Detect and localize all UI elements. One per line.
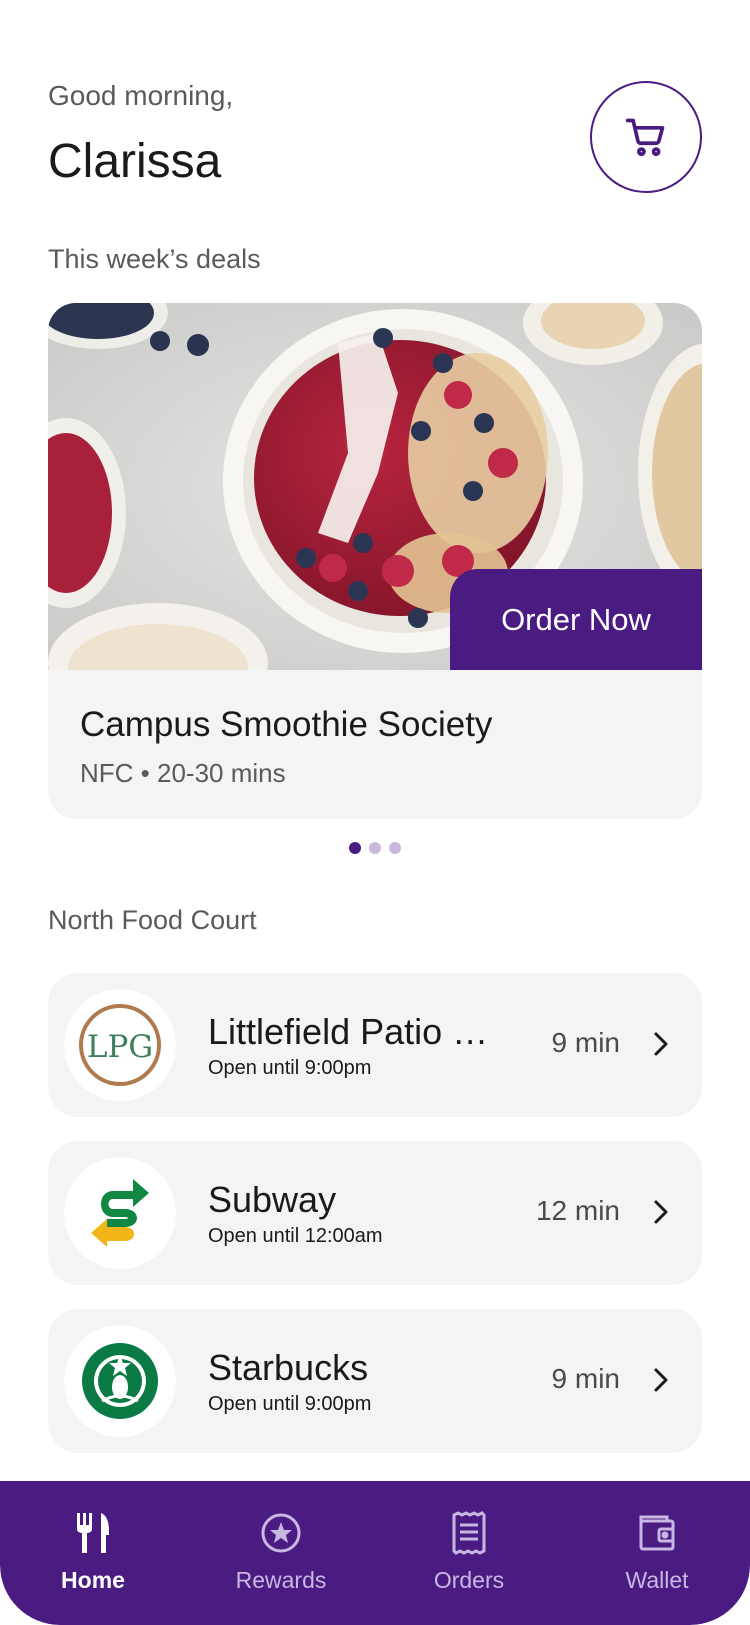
restaurant-hours: Open until 12:00am: [208, 1225, 383, 1247]
shopping-cart-icon: [625, 118, 665, 157]
subway-logo-icon: [64, 1157, 176, 1269]
home-screen: Good morning, Clarissa This week’s deals: [0, 0, 750, 1625]
wallet-icon: [639, 1515, 675, 1551]
svg-text:LPG: LPG: [87, 1029, 153, 1065]
lpg-logo-icon: LPG: [64, 989, 176, 1101]
tab-label: Rewards: [235, 1567, 327, 1593]
deal-restaurant-name: Campus Smoothie Society: [80, 705, 493, 744]
food-court-section-title: North Food Court: [48, 905, 257, 935]
restaurant-card[interactable]: Starbucks Open until 9:00pm 9 min: [48, 1309, 702, 1453]
tab-rewards[interactable]: Rewards: [206, 1511, 356, 1594]
restaurant-wait-time: 9 min: [551, 1027, 620, 1058]
tab-home[interactable]: Home: [18, 1511, 168, 1594]
deals-section-title: This week’s deals: [48, 244, 261, 274]
restaurant-card[interactable]: Subway Open until 12:00am 12 min: [48, 1141, 702, 1285]
restaurant-wait-time: 9 min: [551, 1363, 620, 1394]
chevron-right-icon: [654, 1200, 668, 1224]
tab-orders[interactable]: Orders: [394, 1511, 544, 1594]
order-now-button[interactable]: Order Now: [450, 569, 702, 670]
restaurant-card[interactable]: LPG Littlefield Patio Café Open until 9:…: [48, 973, 702, 1117]
pagination-dot[interactable]: [349, 842, 361, 854]
tab-label: Orders: [433, 1567, 505, 1593]
restaurant-name: Starbucks: [208, 1347, 369, 1388]
restaurant-hours: Open until 9:00pm: [208, 1057, 372, 1079]
tab-label: Wallet: [625, 1567, 689, 1593]
receipt-icon: [452, 1511, 486, 1555]
restaurant-hours: Open until 9:00pm: [208, 1393, 372, 1415]
restaurant-name: Littlefield Patio Café: [208, 1011, 508, 1052]
fork-knife-icon: [77, 1513, 109, 1553]
starbucks-logo-icon: [64, 1325, 176, 1437]
greeting-text: Good morning,: [48, 80, 234, 111]
star-badge-icon: [261, 1513, 301, 1553]
pagination-dot[interactable]: [389, 842, 401, 854]
bottom-tab-bar: Home Rewards Orders Wallet: [0, 1481, 750, 1625]
chevron-right-icon: [654, 1032, 668, 1056]
pagination-dot[interactable]: [369, 842, 381, 854]
deal-meta: NFC • 20-30 mins: [80, 758, 286, 788]
cart-button[interactable]: [590, 81, 702, 193]
restaurant-name: Subway: [208, 1179, 337, 1220]
tab-label: Home: [61, 1567, 125, 1593]
deal-card[interactable]: Order Now Campus Smoothie Society NFC • …: [48, 303, 702, 819]
tab-wallet[interactable]: Wallet: [582, 1511, 732, 1594]
carousel-pagination[interactable]: [0, 842, 750, 854]
restaurant-wait-time: 12 min: [535, 1195, 620, 1226]
chevron-right-icon: [654, 1368, 668, 1392]
user-name: Clarissa: [48, 135, 222, 188]
